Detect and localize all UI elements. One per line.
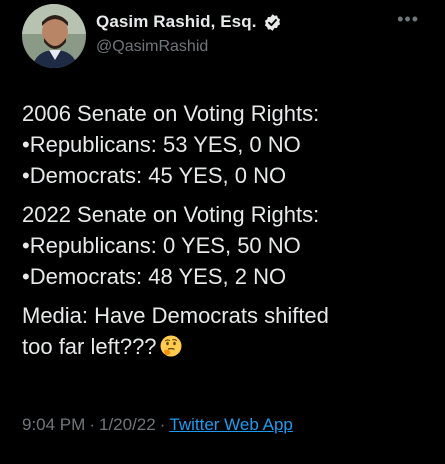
more-options-icon[interactable]: •••	[397, 10, 419, 28]
tweet-time[interactable]: 9:04 PM	[22, 415, 85, 434]
meta-separator: ·	[159, 415, 166, 434]
tweet-line: •Republicans: 0 YES, 50 NO	[22, 233, 301, 258]
author-name-row: Qasim Rashid, Esq.	[96, 12, 282, 32]
tweet-line-text: too far left???	[22, 334, 157, 359]
display-name[interactable]: Qasim Rashid, Esq.	[96, 12, 257, 32]
tweet-line: 2022 Senate on Voting Rights:	[22, 202, 320, 227]
tweet-meta: 9:04 PM · 1/20/22 · Twitter Web App	[22, 415, 293, 435]
tweet-line: •Democrats: 45 YES, 0 NO	[22, 163, 287, 188]
tweet-source-link[interactable]: Twitter Web App	[169, 415, 292, 434]
tweet-line: •Democrats: 48 YES, 2 NO	[22, 264, 287, 289]
tweet-line: 2006 Senate on Voting Rights:	[22, 101, 320, 126]
tweet-line-last: too far left???	[22, 331, 431, 362]
tweet-line: Media: Have Democrats shifted	[22, 303, 329, 328]
avatar[interactable]	[22, 4, 86, 68]
tweet-line: •Republicans: 53 YES, 0 NO	[22, 132, 301, 157]
tweet-card: Qasim Rashid, Esq. @QasimRashid ••• 2006…	[0, 0, 445, 464]
meta-separator: ·	[89, 415, 95, 434]
tweet-date[interactable]: 1/20/22	[99, 415, 156, 434]
tweet-paragraph: 2022 Senate on Voting Rights: •Republica…	[22, 199, 431, 292]
thinking-face-icon	[159, 334, 183, 358]
tweet-paragraph: Media: Have Democrats shifted too far le…	[22, 300, 431, 362]
tweet-text: 2006 Senate on Voting Rights: •Republica…	[22, 98, 431, 370]
tweet-paragraph: 2006 Senate on Voting Rights: •Republica…	[22, 98, 431, 191]
author-handle[interactable]: @QasimRashid	[96, 38, 208, 56]
verified-badge-icon	[263, 13, 282, 32]
